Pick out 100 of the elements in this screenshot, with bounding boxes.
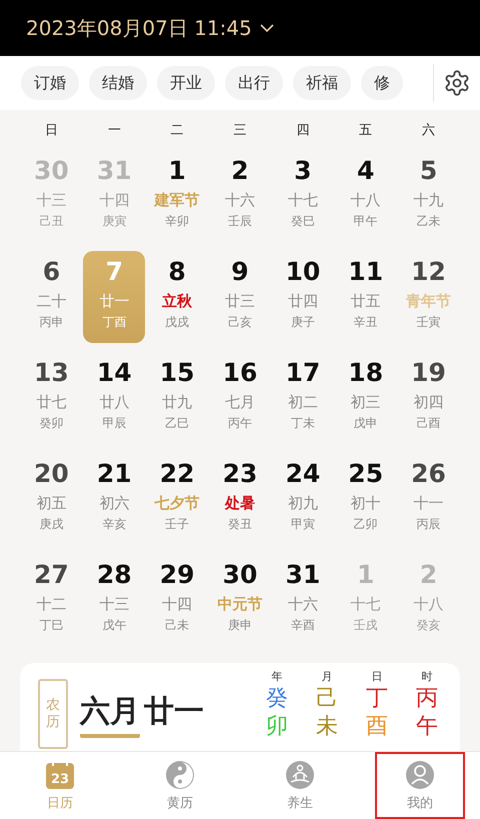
ganzhi-label: 丙辰: [416, 516, 441, 533]
calendar-day[interactable]: 11 廿五 辛丑: [334, 251, 397, 343]
day-number: 31: [96, 155, 132, 187]
weekday-label: 日: [44, 122, 58, 139]
ganzhi-label: 庚子: [290, 314, 315, 331]
calendar-day[interactable]: 10 廿四 庚子: [272, 251, 334, 343]
earthly-branch: 酉: [366, 713, 388, 741]
ganzhi-label: 壬辰: [228, 213, 252, 230]
ganzhi-label: 丙午: [228, 415, 252, 432]
calendar-day[interactable]: 12 青年节 壬寅: [398, 251, 460, 343]
ganzhi-label: 甲寅: [290, 516, 315, 533]
lunar-date: 初三: [350, 392, 381, 413]
ganzhi-label: 辛卯: [165, 213, 190, 230]
lunar-date: 十三: [36, 190, 66, 211]
calendar-day[interactable]: 19 初四 己酉: [398, 352, 460, 444]
lunar-date: 十一: [414, 493, 444, 514]
ganzhi-label: 戊戌: [165, 314, 190, 331]
calendar-day[interactable]: 1 建军节 辛卯: [146, 150, 208, 242]
lunar-date: 十四: [99, 190, 130, 211]
calendar-day[interactable]: 29 十四 己未: [146, 554, 208, 646]
ganzhi-label: 辛酉: [290, 617, 315, 634]
lunar-date: 建军节: [154, 190, 200, 211]
ganzhi-label: 辛亥: [102, 516, 126, 533]
ganzhi-label: 戊午: [102, 617, 126, 634]
calendar-day[interactable]: 8 立秋 戊戌: [146, 251, 208, 343]
calendar-day[interactable]: 4 十八 甲午: [334, 150, 397, 242]
day-number: 30: [34, 155, 69, 187]
calendar-day[interactable]: 17 初二 丁未: [272, 352, 334, 444]
ganzhi-label: 丁酉: [102, 314, 126, 331]
earthly-branch: 午: [416, 713, 438, 741]
day-number: 28: [96, 559, 132, 591]
nav-tab[interactable]: 黄历: [135, 752, 225, 819]
ganzhi-label: 癸丑: [228, 516, 252, 533]
calendar-day[interactable]: 30 中元节 庚申: [208, 554, 271, 646]
activity-chip[interactable]: 订婚: [21, 66, 79, 100]
ganzhi-label: 丁巳: [39, 617, 64, 634]
day-number: 11: [348, 256, 384, 288]
ganzhi-label: 壬子: [165, 516, 190, 533]
nav-tab[interactable]: 我的: [375, 752, 465, 819]
calendar-day[interactable]: 15 廿九 乙巳: [146, 352, 208, 444]
day-number: 6: [42, 256, 60, 288]
lunar-date: 廿一: [99, 291, 130, 312]
heavenly-stem: 丙: [416, 685, 438, 713]
ganzhi-label: 甲辰: [102, 415, 126, 432]
day-number: 15: [160, 357, 195, 389]
lunar-seal: 农历: [38, 679, 68, 749]
lunar-date: 廿八: [99, 392, 130, 413]
day-number: 3: [294, 155, 312, 187]
calendar-day[interactable]: 2 十六 壬辰: [208, 150, 271, 242]
heavenly-stem: 癸: [266, 685, 288, 713]
nav-tab[interactable]: 养生: [255, 752, 345, 819]
calendar-day[interactable]: 27 十二 丁巳: [20, 554, 82, 646]
calendar-day[interactable]: 22 七夕节 壬子: [146, 453, 208, 545]
activity-chip[interactable]: 出行: [225, 66, 283, 100]
ganzhi-label: 辛丑: [354, 314, 378, 331]
activity-chip[interactable]: 修: [361, 66, 403, 100]
weekday-label: 六: [422, 122, 436, 139]
ganzhi-label: 乙卯: [354, 516, 378, 533]
day-number: 17: [285, 357, 320, 389]
weekday-label: 一: [108, 122, 121, 139]
calendar-day[interactable]: 28 十三 戊午: [83, 554, 146, 646]
lunar-date: 七月: [224, 392, 255, 413]
calendar-day[interactable]: 5 十九 乙未: [398, 150, 460, 242]
day-number: 29: [160, 559, 195, 591]
ganzhi-label: 丁未: [290, 415, 315, 432]
activity-chip[interactable]: 开业: [157, 66, 215, 100]
calendar-day[interactable]: 13 廿七 癸卯: [20, 352, 82, 444]
heavenly-stem: 丁: [366, 685, 388, 713]
calendar-day[interactable]: 31 十六 辛酉: [272, 554, 334, 646]
lunar-date: 十三: [99, 594, 130, 615]
day-number: 14: [96, 357, 132, 389]
lunar-date: 廿七: [36, 392, 66, 413]
calendar-day[interactable]: 25 初十 乙卯: [334, 453, 397, 545]
calendar-day[interactable]: 9 廿三 己亥: [208, 251, 271, 343]
day-number: 30: [222, 559, 258, 591]
ganzhi-label: 庚寅: [102, 213, 126, 230]
activity-chip[interactable]: 结婚: [89, 66, 147, 100]
calendar-day[interactable]: 21 初六 辛亥: [83, 453, 146, 545]
calendar-day[interactable]: 3 十七 癸巳: [272, 150, 334, 242]
calendar-day[interactable]: 14 廿八 甲辰: [83, 352, 146, 444]
calendar-day[interactable]: 24 初九 甲寅: [272, 453, 334, 545]
lunar-date: 初十: [350, 493, 381, 514]
lunar-date: 廿九: [162, 392, 192, 413]
ganzhi-label: 戊申: [354, 415, 378, 432]
ganzhi-label: 癸巳: [290, 213, 315, 230]
calendar-day[interactable]: 23 处暑 癸丑: [208, 453, 271, 545]
lunar-date: 廿四: [288, 291, 318, 312]
lunar-date: 初六: [99, 493, 130, 514]
ganzhi-label: 丙申: [39, 314, 64, 331]
weekday-label: 二: [170, 122, 184, 139]
calendar-day[interactable]: 16 七月 丙午: [208, 352, 271, 444]
ganzhi-label: 己丑: [39, 213, 64, 230]
calendar-day[interactable]: 6 二十 丙申: [20, 251, 82, 343]
lunar-date: 十七: [350, 594, 381, 615]
calendar-day[interactable]: 26 十一 丙辰: [398, 453, 460, 545]
calendar-day[interactable]: 18 初三 戊申: [334, 352, 397, 444]
activity-chip[interactable]: 祈福: [293, 66, 351, 100]
calendar-day[interactable]: 20 初五 庚戌: [20, 453, 82, 545]
ganzhi-label: 己亥: [228, 314, 252, 331]
day-number: 20: [34, 458, 69, 490]
